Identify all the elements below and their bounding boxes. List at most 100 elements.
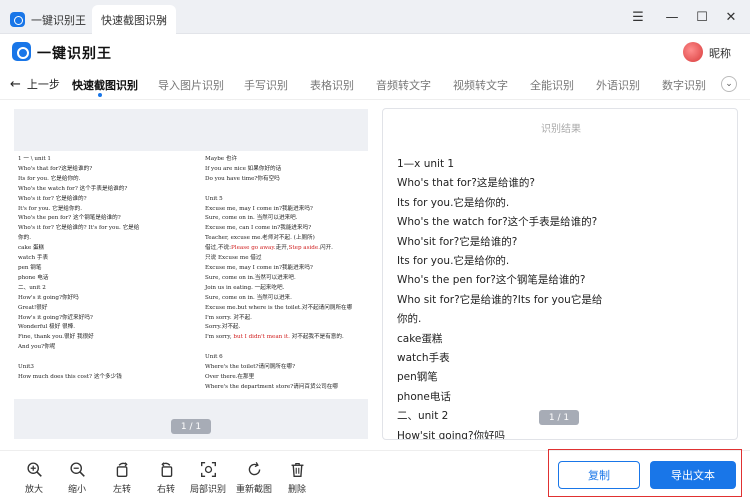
doc-line: Who's the watch for? 这个手表是给谁的? (18, 185, 128, 192)
retake-screenshot-button[interactable]: 重新截图 (236, 461, 272, 495)
doc-line: How's it going?你近来好吗? (18, 314, 93, 321)
back-label: 上一步 (26, 78, 60, 91)
result-panel: 识别结果 1—x unit 1 Who's that for?这是给谁的? It… (382, 108, 738, 440)
doc-red-text: Step aside. (288, 245, 320, 252)
partial-recognize-button[interactable]: 局部识别 (190, 461, 226, 495)
result-line: pen钢笔 (397, 371, 438, 384)
result-title: 识别结果 (541, 124, 581, 135)
feature-nav: ← 上一步 快速截图识别 导入图片识别 手写识别 表格识别 音频转文字 视频转文… (0, 70, 750, 100)
rotate-right-icon (160, 462, 172, 477)
doc-line: I'm sorry. 对不起. (205, 314, 252, 321)
nav-item-foreign-language[interactable]: 外语识别 (596, 77, 640, 93)
doc-text: 借过,不说: (205, 245, 232, 252)
doc-text: I'm sorry, (205, 334, 234, 341)
doc-line: phone 电话 (18, 274, 49, 281)
zoom-in-button[interactable]: 放大 (25, 461, 43, 495)
arrow-left-icon: ← (10, 76, 21, 92)
doc-line: Where's the toilet?请问厕所在哪? (205, 364, 296, 371)
zoom-out-button[interactable]: 缩小 (68, 461, 86, 495)
nav-item-audio[interactable]: 音频转文字 (376, 77, 431, 93)
doc-line-red: 借过,不说:Please go away.走开,Step aside.闪开. (205, 244, 352, 254)
doc-line: Join us in eating. 一起来吃吧. (205, 284, 285, 291)
rotate-right-label: 右转 (157, 485, 176, 495)
doc-line: Sure, come on in. 当然可以进来吧. (205, 215, 298, 222)
app-logo-icon (10, 12, 25, 27)
result-line: Who's the pen for?这个钢笔是给谁的? (397, 274, 586, 287)
doc-line: If you are nice 如果你好的话 (205, 165, 282, 172)
doc-line: pen 钢笔 (18, 264, 42, 271)
avatar[interactable] (683, 42, 703, 62)
result-line: 1—x unit 1 (397, 158, 455, 170)
doc-line (205, 343, 352, 353)
rotate-left-button[interactable]: 左转 (113, 461, 131, 495)
tab-home[interactable]: 一键识别王 (6, 5, 88, 34)
doc-line: How much does this cost? 这个多少钱 (18, 373, 122, 380)
doc-line: Great!很好 (18, 304, 48, 311)
doc-line (18, 353, 139, 363)
nav-item-table[interactable]: 表格识别 (310, 77, 354, 93)
doc-line: watch 手表 (18, 255, 49, 262)
nav-item-video[interactable]: 视频转文字 (453, 77, 508, 93)
doc-red-text: Please go away. (231, 245, 276, 252)
doc-line: Sure, come on in. 当然可以进来. (205, 294, 292, 301)
retake-screenshot-label: 重新截图 (236, 485, 273, 495)
nav-item-import-image[interactable]: 导入图片识别 (158, 77, 224, 93)
app-name: 一键识别王 (37, 46, 112, 62)
export-text-button[interactable]: 导出文本 (650, 461, 736, 489)
doc-line: Unit 6 (205, 354, 223, 361)
user-nickname[interactable]: 昵称 (709, 45, 731, 61)
doc-line: Over there.在那里 (205, 373, 255, 380)
tab-home-label: 一键识别王 (31, 13, 86, 27)
doc-line: Who's it for? 它是给谁的? (18, 195, 87, 202)
doc-line: Sorry.对不起. (205, 324, 241, 331)
doc-line: How's it going?你好吗 (18, 294, 79, 301)
doc-line: Excuse me, may I come in?我能进来吗? (205, 205, 313, 212)
doc-line: 只说 Excuse me 借过 (205, 255, 262, 262)
doc-line: Who's it for? 它是给谁的? It's for you. 它是给 (18, 225, 140, 232)
result-line: How'sit going?你好吗 (397, 429, 506, 440)
active-indicator (98, 93, 102, 97)
result-line: cake蛋糕 (397, 332, 443, 345)
doc-line: cake 蛋糕 (18, 245, 45, 252)
maximize-icon[interactable]: ☐ (694, 9, 710, 25)
doc-line: Its for you. 它是给你的. (18, 175, 81, 182)
nav-item-quick-screenshot[interactable]: 快速截图识别 (72, 77, 138, 93)
zoom-out-label: 缩小 (68, 485, 87, 495)
close-window-icon[interactable]: ✕ (723, 9, 739, 25)
delete-label: 删除 (288, 485, 307, 495)
doc-left-column: 1 一 \ unit 1 Who's that for?这是给谁的? Its f… (18, 155, 139, 383)
copy-button[interactable]: 复制 (558, 461, 640, 489)
doc-line: It's for you. 它是给你的. (18, 205, 82, 212)
doc-line (205, 185, 352, 195)
tab-close-icon[interactable]: × (158, 13, 168, 27)
doc-red-text: but I didn't mean it. (233, 334, 290, 341)
chevron-down-icon[interactable]: ⌄ (721, 76, 737, 92)
result-text-area[interactable]: 1—x unit 1 Who's that for?这是给谁的? Its for… (397, 155, 603, 440)
nav-item-digits[interactable]: 数字识别 (662, 77, 706, 93)
rotate-left-label: 左转 (113, 485, 132, 495)
nav-item-all-purpose[interactable]: 全能识别 (530, 77, 574, 93)
result-line: watch手表 (397, 352, 450, 365)
result-line: phone电话 (397, 390, 451, 403)
minimize-icon[interactable]: — (664, 9, 680, 25)
delete-button[interactable]: 删除 (288, 461, 306, 495)
doc-line: 你的. (18, 235, 31, 242)
rotate-left-icon (116, 462, 128, 477)
image-page-indicator: 1 / 1 (171, 419, 211, 434)
partial-recognize-icon (200, 462, 216, 477)
zoom-out-icon (69, 462, 85, 477)
nav-item-handwriting[interactable]: 手写识别 (244, 77, 288, 93)
rotate-right-button[interactable]: 右转 (157, 461, 175, 495)
menu-icon[interactable]: ☰ (630, 9, 646, 25)
result-line: Who's that for?这是给谁的? (397, 177, 535, 190)
screenshot-image[interactable]: 1 一 \ unit 1 Who's that for?这是给谁的? Its f… (14, 151, 368, 399)
image-preview-panel: 1 一 \ unit 1 Who's that for?这是给谁的? Its f… (14, 109, 368, 439)
app-logo-icon (12, 42, 31, 61)
doc-line: Excuse me, can I come in?我能进来吗? (205, 225, 312, 232)
tab-quick-screenshot[interactable]: 快速截图识别 × (92, 5, 176, 34)
doc-line: Unit 5 (205, 195, 223, 202)
back-button[interactable]: ← 上一步 (10, 76, 60, 92)
result-line: Who sit for?它是给谁的?Its for you它是给 (397, 293, 603, 306)
doc-line: Excuse me.but where is the toilet.对不起请问厕… (205, 304, 353, 311)
doc-line: Who's the pen for? 这个钢笔是给谁的? (18, 215, 121, 222)
